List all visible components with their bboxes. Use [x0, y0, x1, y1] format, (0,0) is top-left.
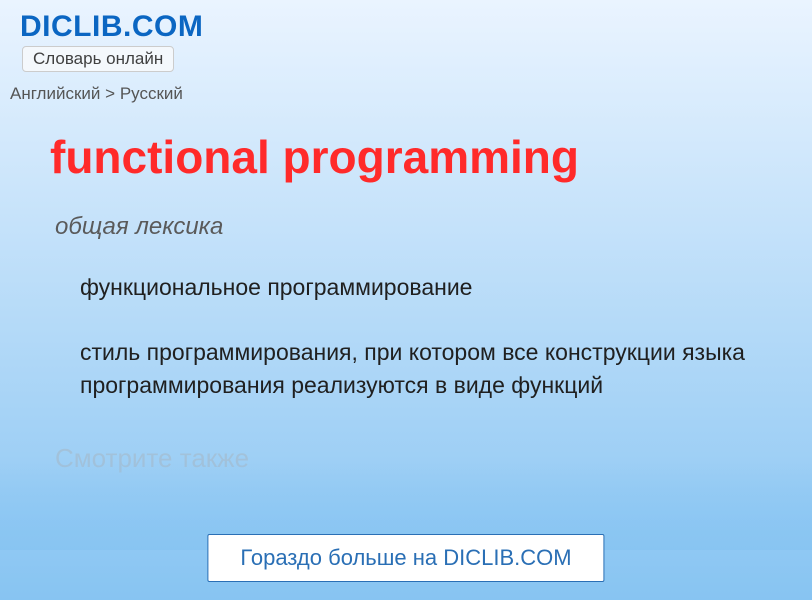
site-logo[interactable]: DICLIB.COM	[20, 10, 792, 44]
breadcrumb-to[interactable]: Русский	[120, 84, 183, 103]
see-also-label: Смотрите также	[55, 443, 757, 474]
entry-title: functional programming	[0, 112, 812, 203]
breadcrumb: Английский > Русский	[0, 76, 812, 112]
tagline-box: Словарь онлайн	[22, 46, 174, 72]
definition-1: функциональное программирование	[80, 271, 757, 304]
header: DICLIB.COM Словарь онлайн	[0, 0, 812, 76]
breadcrumb-from[interactable]: Английский	[10, 84, 100, 103]
more-link-button[interactable]: Гораздо больше на DICLIB.COM	[207, 534, 604, 582]
definition-2: стиль программирования, при котором все …	[80, 336, 757, 403]
breadcrumb-separator: >	[105, 84, 115, 103]
site-tagline: Словарь онлайн	[33, 49, 163, 68]
entry-content: общая лексика функциональное программиро…	[0, 203, 812, 474]
entry-category: общая лексика	[55, 213, 757, 241]
